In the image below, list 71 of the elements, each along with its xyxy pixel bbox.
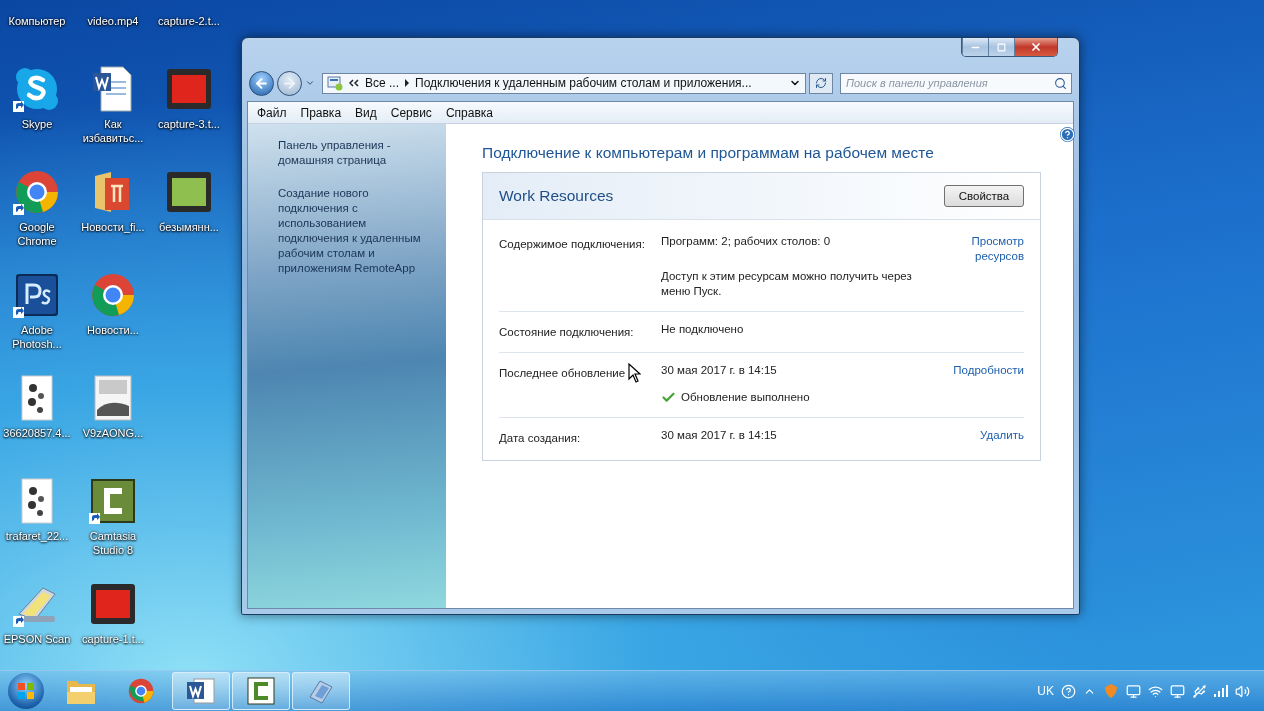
menu-item[interactable]: Вид: [349, 103, 383, 122]
search-icon[interactable]: [1054, 76, 1067, 90]
breadcrumb-arrow-icon[interactable]: [405, 79, 409, 87]
refresh-button[interactable]: [809, 72, 833, 94]
app-tile-icon: [13, 271, 61, 319]
history-caret-icon[interactable]: [305, 78, 315, 88]
search-field[interactable]: Поиск в панели управления: [840, 72, 1072, 94]
display-icon[interactable]: [1170, 683, 1185, 699]
panel-title: Work Resources: [499, 187, 614, 205]
app-tile-icon: [247, 677, 275, 705]
action-link[interactable]: Удалить: [948, 428, 1024, 443]
maximize-button[interactable]: [988, 38, 1014, 56]
menu-item[interactable]: Файл: [251, 103, 293, 122]
menu-item[interactable]: Правка: [294, 103, 348, 122]
speech-bubble-icon: [13, 65, 61, 113]
desktop-icon-label[interactable]: Как избавитьс...: [75, 117, 151, 145]
network-icon[interactable]: [1148, 683, 1163, 699]
field-label: Последнее обновление: [499, 367, 626, 379]
color-wheel-icon: [13, 168, 61, 216]
close-icon: [1030, 41, 1042, 53]
desktop-icon-label[interactable]: capture-3.t...: [151, 117, 227, 131]
action-link[interactable]: Подробности: [948, 363, 1024, 378]
field-value: 30 мая 2017 г. в 14:15: [661, 428, 778, 443]
breadcrumb-item[interactable]: Все ...: [365, 76, 399, 90]
help-icon[interactable]: [1061, 683, 1076, 699]
sidebar-link[interactable]: Создание нового подключения с использованием подключения к удаленным рабочим столам и приложениям RemoteApp: [278, 186, 434, 276]
taskbar-button[interactable]: [232, 672, 290, 710]
sidebar-link[interactable]: Панель управления - домашняя страница: [278, 138, 434, 168]
status-text: Обновление выполнено: [681, 390, 810, 405]
field-label: Дата создания:: [499, 432, 581, 444]
action-link[interactable]: Просмотр ресурсов: [948, 234, 1024, 264]
address-bar[interactable]: Все ... Подключения к удаленным рабочим столам и приложения...: [322, 72, 806, 94]
field-label: Содержимое подключения:: [499, 238, 645, 250]
start-button[interactable]: [8, 673, 44, 709]
overflow-chevron-icon[interactable]: [349, 79, 359, 87]
field-value: Программ: 2; рабочих столов: 0: [661, 234, 832, 249]
field-label: Состояние подключения:: [499, 326, 634, 338]
back-button[interactable]: [249, 70, 274, 96]
breadcrumb-item[interactable]: Подключения к удаленным рабочим столам и приложения...: [415, 76, 752, 90]
desktop-icon-label[interactable]: безымянн...: [151, 220, 227, 234]
desktop-icon-label[interactable]: Компьютер: [0, 14, 75, 28]
color-wheel-icon: [127, 677, 155, 705]
forward-button[interactable]: [277, 70, 302, 96]
desktop-icon-label[interactable]: video.mp4: [75, 14, 151, 28]
monitor-icon[interactable]: [1126, 683, 1141, 699]
app-tile-icon: [89, 477, 137, 525]
refresh-icon: [815, 77, 827, 89]
usb-icon[interactable]: [1192, 683, 1207, 699]
color-wheel-icon: [89, 271, 137, 319]
field-value: Доступ к этим ресурсам можно получить через меню Пуск.: [661, 269, 913, 299]
desktop-icon-label[interactable]: Skype: [0, 117, 75, 131]
minimize-button[interactable]: [962, 38, 988, 56]
maximize-icon: [997, 42, 1006, 52]
volume-icon[interactable]: [1235, 683, 1250, 699]
field-value: Не подключено: [661, 322, 745, 337]
taskbar-button[interactable]: [172, 672, 230, 710]
signal-bars-icon[interactable]: [1214, 685, 1228, 697]
document-icon: [186, 677, 216, 705]
properties-button[interactable]: Свойства: [944, 185, 1024, 207]
page-heading: Подключение к компьютерам и программам на рабочем месте: [482, 144, 935, 162]
desktop-icon-label[interactable]: capture-2.t...: [151, 14, 227, 28]
close-button[interactable]: [1014, 38, 1057, 56]
menu-item[interactable]: Справка: [439, 103, 499, 122]
arrow-right-icon: [282, 75, 297, 91]
field-value: 30 мая 2017 г. в 14:15: [661, 363, 778, 378]
control-panel-icon: [327, 75, 343, 91]
help-button[interactable]: [1060, 127, 1075, 142]
desktop-icon-label[interactable]: Новости_fi...: [75, 220, 151, 234]
desktop-icon-label[interactable]: Google Chrome: [0, 220, 75, 248]
menu-item[interactable]: Сервис: [384, 103, 438, 122]
four-squares-logo-icon: [17, 682, 35, 700]
